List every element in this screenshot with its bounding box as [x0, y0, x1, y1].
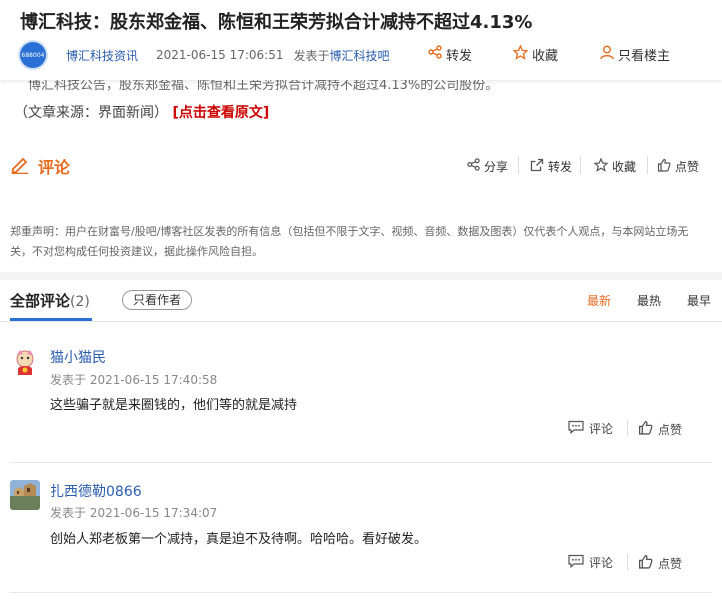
thumbs-up-icon [638, 420, 658, 438]
post-favorite-button[interactable]: 收藏 [593, 156, 637, 175]
pencil-icon [10, 154, 38, 178]
thumbs-up-icon [657, 158, 675, 175]
post-forward-button[interactable]: 转发 [530, 157, 572, 175]
post-like-label: 点赞 [675, 159, 700, 174]
comment-divider [10, 592, 712, 593]
sort-hottest[interactable]: 最热 [637, 292, 661, 309]
action-divider [627, 420, 628, 436]
share-icon [428, 45, 446, 63]
action-divider [647, 156, 648, 174]
disclaimer: 郑重声明：用户在财富号/股吧/博客社区发表的所有信息（包括但不限于文字、视频、音… [10, 225, 689, 258]
post-meta: 688004 博汇科技资讯 2021-06-15 17:06:51 发表于 博汇… [20, 42, 390, 68]
tab-all-label: 全部评论 [10, 292, 71, 310]
post-like-button[interactable]: 点赞 [657, 157, 699, 175]
post-share-button[interactable]: 分享 [467, 157, 508, 175]
header-favorite-button[interactable]: 收藏 [512, 43, 559, 64]
only-op-label: 只看楼主 [618, 48, 671, 64]
bar-link[interactable]: 博汇科技吧 [329, 47, 389, 64]
comment-text: 这些骗子就是来圈钱的，他们等的就是减持 [50, 398, 298, 413]
post-share-label: 分享 [484, 159, 509, 174]
comment-username[interactable]: 猫小猫民 [50, 347, 106, 367]
post-favorite-label: 收藏 [612, 159, 637, 174]
comment-like-button[interactable]: 点赞 [638, 420, 682, 438]
comment-icon [568, 554, 589, 571]
comment-username[interactable]: 扎西德勒0866 [50, 481, 142, 501]
header-share-label: 转发 [446, 48, 473, 64]
action-divider [580, 156, 581, 174]
comment-tabs: 全部评论(2) 只看作者 最新 最热 最早 [0, 280, 722, 322]
action-divider [627, 554, 628, 570]
only-author-button[interactable]: 只看作者 [122, 290, 192, 310]
person-icon [600, 45, 618, 64]
article-source: （文章来源：界面新闻） [点击查看原文] [14, 102, 269, 122]
header-favorite-label: 收藏 [532, 48, 559, 64]
comment-divider [10, 462, 712, 463]
comment-icon [568, 420, 589, 437]
comment-like-button[interactable]: 点赞 [638, 554, 682, 572]
sticky-header: 博汇科技：股东郑金福、陈恒和王荣芳拟合计减持不超过4.13% 688004 博汇… [0, 0, 722, 80]
comment-time: 发表于 2021-06-15 17:40:58 [50, 373, 218, 387]
comment-reply-label: 评论 [589, 556, 614, 570]
avatar[interactable] [10, 347, 40, 377]
comment-reply-label: 评论 [589, 422, 614, 436]
section-gap [0, 272, 722, 280]
comment-reply-button[interactable]: 评论 [568, 420, 613, 437]
comment-text: 创始人郑老板第一个减持，真是迫不及待啊。哈哈哈。看好破发。 [50, 532, 428, 547]
view-original-link[interactable]: [点击查看原文] [172, 105, 269, 121]
stock-badge[interactable]: 688004 [20, 42, 46, 68]
sort-latest[interactable]: 最新 [587, 292, 611, 309]
only-op-button[interactable]: 只看楼主 [600, 44, 670, 64]
comment-count: (2) [70, 294, 90, 310]
forward-icon [530, 158, 548, 175]
comment-header[interactable]: 评论 [10, 154, 70, 178]
star-icon [512, 43, 532, 64]
sort-earliest[interactable]: 最早 [687, 292, 711, 309]
action-divider [518, 156, 519, 174]
star-icon [593, 156, 612, 175]
page-title: 博汇科技：股东郑金福、陈恒和王荣芳拟合计减持不超过4.13% [20, 12, 533, 33]
post-time: 2021-06-15 17:06:51 [156, 48, 284, 62]
header-share-button[interactable]: 转发 [428, 44, 472, 64]
avatar[interactable] [10, 480, 40, 510]
thumbs-up-icon [638, 554, 658, 572]
comment-reply-button[interactable]: 评论 [568, 554, 613, 571]
comment-label: 评论 [38, 158, 71, 177]
post-forward-label: 转发 [548, 159, 573, 174]
comment-like-label: 点赞 [658, 422, 683, 437]
posted-in-prefix: 发表于 [293, 48, 330, 63]
source-text: （文章来源：界面新闻） [14, 105, 168, 121]
share-icon [467, 158, 484, 174]
author-link[interactable]: 博汇科技资讯 [66, 47, 138, 64]
comment-like-label: 点赞 [658, 556, 683, 571]
active-tab-indicator [10, 318, 92, 321]
tab-all-comments[interactable]: 全部评论(2) [10, 290, 90, 311]
comment-time: 发表于 2021-06-15 17:34:07 [50, 506, 218, 520]
